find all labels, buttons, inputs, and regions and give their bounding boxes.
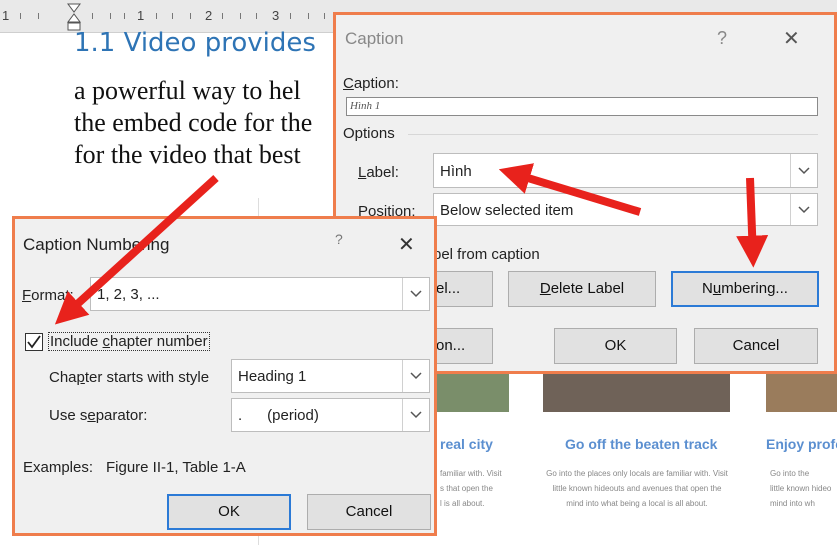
label-select[interactable]: Hình xyxy=(433,153,818,188)
format-select-value: 1, 2, 3, ... xyxy=(97,286,160,303)
ok-button[interactable]: OK xyxy=(167,494,291,530)
ruler-number: 1 xyxy=(137,8,145,23)
chevron-down-icon xyxy=(410,411,422,419)
help-icon[interactable]: ? xyxy=(335,231,343,247)
caption-numbering-dialog: Caption Numbering ? ✕ Format: 1, 2, 3, .… xyxy=(12,216,437,536)
document-line[interactable]: the embed code for the xyxy=(74,108,312,138)
chapter-style-label: Chapter starts with style xyxy=(49,369,210,386)
delete-label-button[interactable]: Delete Label xyxy=(508,271,656,307)
ruler-tick xyxy=(190,13,191,19)
checkmark-icon xyxy=(27,335,41,349)
card-text-line: s that open the xyxy=(440,484,493,493)
include-chapter-checkbox[interactable] xyxy=(25,333,43,351)
ruler-tick xyxy=(222,13,223,19)
dialog-title: Caption Numbering xyxy=(23,235,170,254)
ruler-tick xyxy=(290,13,291,19)
ruler-number: 2 xyxy=(205,8,213,23)
chevron-down-icon xyxy=(410,372,422,380)
card-text-line: mind into wh xyxy=(770,499,815,508)
photo-thumbnail xyxy=(430,372,509,412)
document-line[interactable]: a powerful way to hel xyxy=(74,76,301,106)
card-text: Go into the little known hideo mind into… xyxy=(770,466,831,511)
card-text-line: little known hideo xyxy=(770,484,832,493)
ruler-tick xyxy=(92,13,93,19)
ruler-tick xyxy=(308,13,309,19)
examples-value: Figure II-1, Table 1-A xyxy=(106,459,246,476)
group-divider xyxy=(408,134,818,135)
include-chapter-label[interactable]: Include chapter number xyxy=(48,332,210,351)
ruler-number: 3 xyxy=(272,8,280,23)
chevron-down-icon xyxy=(798,166,810,174)
close-icon[interactable]: ✕ xyxy=(783,26,800,51)
card-title: real city xyxy=(440,436,493,452)
format-field-label: Format: xyxy=(22,287,74,304)
separator-value: . (period) xyxy=(238,407,319,424)
label-field-label: Label: xyxy=(358,164,399,181)
ruler-tick xyxy=(240,13,241,19)
ok-button[interactable]: OK xyxy=(554,328,677,364)
photo-thumbnail xyxy=(543,372,730,412)
ruler-tick xyxy=(156,13,157,19)
cancel-button[interactable]: Cancel xyxy=(307,494,431,530)
ruler-tick xyxy=(20,13,21,19)
caption-input[interactable]: Hình 1 xyxy=(346,97,818,116)
card-text-line: familiar with. Visit xyxy=(440,469,502,478)
new-label-button[interactable]: el... xyxy=(433,271,493,307)
chevron-down-icon xyxy=(798,205,810,213)
close-icon[interactable]: ✕ xyxy=(398,232,415,257)
document-line[interactable]: for the video that best xyxy=(74,140,301,170)
card-title: Enjoy profe xyxy=(766,436,837,452)
ruler-tick xyxy=(124,13,125,19)
card-text-line: little known hideouts and avenues that o… xyxy=(552,484,722,493)
ruler-tick xyxy=(172,13,173,19)
label-select-value: Hình xyxy=(440,163,472,180)
ruler-tick xyxy=(256,13,257,19)
chapter-style-value: Heading 1 xyxy=(238,368,307,385)
dropdown-arrow[interactable] xyxy=(402,360,429,392)
ruler-tick xyxy=(324,13,325,19)
ruler-tick xyxy=(38,13,39,19)
card-text-line: mind into what being a local is all abou… xyxy=(566,499,708,508)
ruler-number: 1 xyxy=(2,8,10,23)
ruler-tick xyxy=(110,13,111,19)
chevron-down-icon xyxy=(410,290,422,298)
autocaption-button[interactable]: on... xyxy=(433,328,493,364)
position-select[interactable]: Below selected item xyxy=(433,193,818,226)
dropdown-arrow[interactable] xyxy=(402,399,429,431)
dialog-title: Caption xyxy=(345,29,404,48)
exclude-label-checkbox-text[interactable]: bel from caption xyxy=(433,246,540,263)
dropdown-arrow[interactable] xyxy=(790,154,817,187)
format-select[interactable]: 1, 2, 3, ... xyxy=(90,277,430,311)
caption-input-value: Hình 1 xyxy=(350,100,381,112)
card-title: Go off the beaten track xyxy=(565,436,718,452)
position-select-value: Below selected item xyxy=(440,202,574,219)
options-group-label: Options xyxy=(343,125,395,142)
examples-label: Examples: xyxy=(23,459,94,476)
document-heading[interactable]: 1.1 Video provides xyxy=(74,28,316,58)
numbering-button[interactable]: Numbering... xyxy=(671,271,819,307)
separator-select[interactable]: . (period) xyxy=(231,398,430,432)
card-text-line: Go into the xyxy=(770,469,810,478)
caption-field-label: Caption: xyxy=(343,75,399,92)
photo-thumbnail xyxy=(766,372,837,412)
cancel-button[interactable]: Cancel xyxy=(694,328,818,364)
card-text-line: l is all about. xyxy=(440,499,485,508)
help-icon[interactable]: ? xyxy=(717,28,727,49)
card-text: Go into the places only locals are famil… xyxy=(541,466,733,511)
card-text-line: Go into the places only locals are famil… xyxy=(546,469,728,478)
dropdown-arrow[interactable] xyxy=(790,194,817,225)
dropdown-arrow[interactable] xyxy=(402,278,429,310)
card-text: familiar with. Visit s that open the l i… xyxy=(440,466,502,511)
separator-label: Use separator: xyxy=(49,407,148,424)
chapter-style-select[interactable]: Heading 1 xyxy=(231,359,430,393)
